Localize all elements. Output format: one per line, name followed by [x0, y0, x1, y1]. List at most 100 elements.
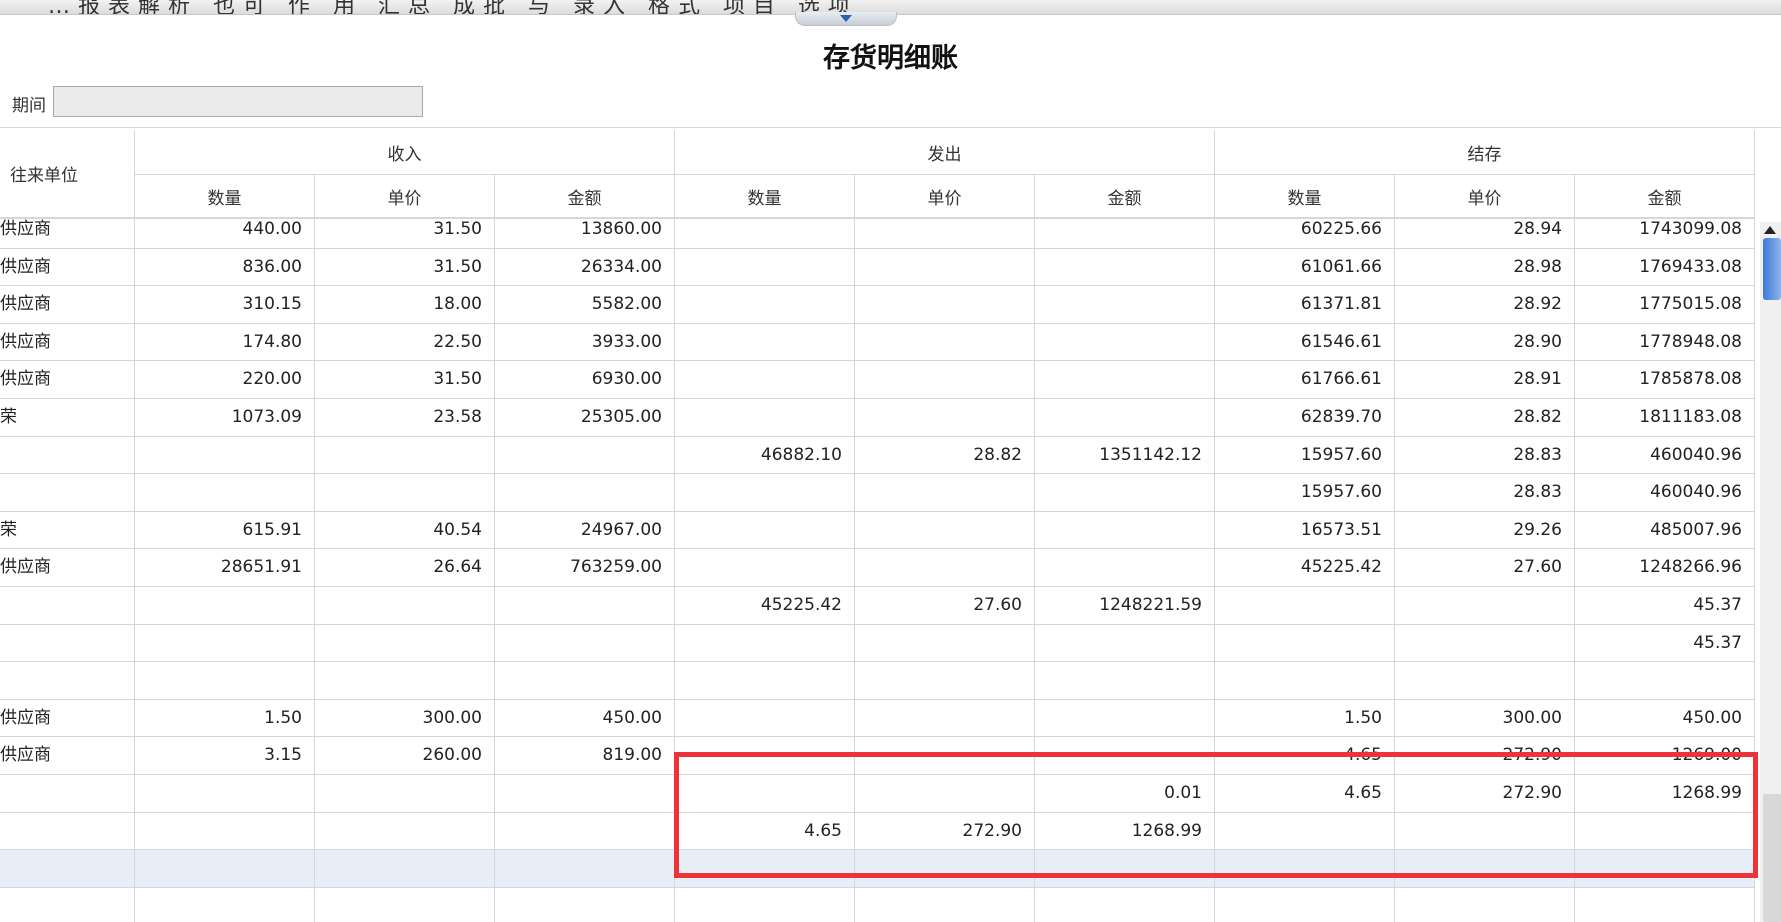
- table-cell[interactable]: 28.91: [1395, 361, 1575, 399]
- table-cell[interactable]: [1395, 812, 1575, 851]
- table-cell[interactable]: [1215, 887, 1395, 922]
- table-cell[interactable]: 15957.60: [1215, 436, 1395, 475]
- table-cell[interactable]: 24967.00: [495, 511, 675, 550]
- table-cell[interactable]: 1743099.08: [1575, 219, 1755, 249]
- table-cell[interactable]: 61546.61: [1215, 323, 1395, 362]
- table-cell[interactable]: 16573.51: [1215, 511, 1395, 550]
- table-cell[interactable]: [675, 361, 855, 399]
- table-cell[interactable]: 460040.96: [1575, 436, 1755, 475]
- table-cell[interactable]: 28.98: [1395, 248, 1575, 287]
- table-cell[interactable]: 174.80: [135, 323, 315, 362]
- table-cell[interactable]: [1035, 737, 1215, 775]
- table-cell[interactable]: [855, 887, 1035, 922]
- cell-partner[interactable]: [0, 436, 135, 475]
- cell-partner[interactable]: [0, 850, 135, 888]
- table-cell[interactable]: [1215, 624, 1395, 663]
- table-cell[interactable]: [135, 850, 315, 888]
- table-cell[interactable]: 28.83: [1395, 474, 1575, 512]
- table-cell[interactable]: [1035, 399, 1215, 437]
- table-cell[interactable]: [315, 775, 495, 813]
- table-cell[interactable]: 31.50: [315, 361, 495, 399]
- table-cell[interactable]: [855, 624, 1035, 663]
- table-cell[interactable]: [1215, 587, 1395, 625]
- table-cell[interactable]: 28.82: [855, 436, 1035, 475]
- table-cell[interactable]: 272.90: [1395, 737, 1575, 775]
- table-row[interactable]: [0, 662, 1755, 700]
- table-cell[interactable]: 1.50: [1215, 699, 1395, 738]
- table-cell[interactable]: [1395, 662, 1575, 700]
- table-cell[interactable]: [675, 775, 855, 813]
- table-cell[interactable]: [1035, 286, 1215, 324]
- table-cell[interactable]: [855, 549, 1035, 587]
- scrollbar-track-segment[interactable]: [1763, 794, 1781, 922]
- table-cell[interactable]: [1035, 624, 1215, 663]
- table-cell[interactable]: 61371.81: [1215, 286, 1395, 324]
- table-cell[interactable]: [855, 399, 1035, 437]
- table-cell[interactable]: [855, 699, 1035, 738]
- table-cell[interactable]: [855, 474, 1035, 512]
- table-cell[interactable]: [855, 775, 1035, 813]
- table-cell[interactable]: 28.94: [1395, 219, 1575, 249]
- table-cell[interactable]: 40.54: [315, 511, 495, 550]
- table-cell[interactable]: [495, 624, 675, 663]
- table-cell[interactable]: 28.82: [1395, 399, 1575, 437]
- table-cell[interactable]: [855, 850, 1035, 888]
- column-header[interactable]: 数量: [135, 175, 315, 218]
- table-cell[interactable]: 46882.10: [675, 436, 855, 475]
- table-cell[interactable]: [495, 662, 675, 700]
- table-cell[interactable]: 1248221.59: [1035, 587, 1215, 625]
- table-cell[interactable]: 220.00: [135, 361, 315, 399]
- table-cell[interactable]: [675, 286, 855, 324]
- table-cell[interactable]: [855, 219, 1035, 249]
- table-cell[interactable]: 28.90: [1395, 323, 1575, 362]
- table-cell[interactable]: [1035, 699, 1215, 738]
- scrollbar-thumb[interactable]: [1763, 238, 1781, 300]
- table-row[interactable]: 46882.10 28.82 1351142.12 15957.60 28.83 4600…: [0, 436, 1755, 475]
- table-row[interactable]: [0, 887, 1755, 922]
- table-cell[interactable]: 23.58: [315, 399, 495, 437]
- table-cell[interactable]: 4.65: [1215, 775, 1395, 813]
- table-cell[interactable]: 1351142.12: [1035, 436, 1215, 475]
- cell-partner[interactable]: 供应商: [0, 219, 135, 249]
- table-cell[interactable]: 28651.91: [135, 549, 315, 587]
- column-header[interactable]: 金额: [1035, 175, 1215, 218]
- table-cell[interactable]: 450.00: [1575, 699, 1755, 738]
- table-cell[interactable]: [135, 624, 315, 663]
- table-cell[interactable]: 300.00: [1395, 699, 1575, 738]
- table-cell[interactable]: 45225.42: [675, 587, 855, 625]
- table-cell[interactable]: 1268.99: [1575, 775, 1755, 813]
- table-row[interactable]: 供应商 310.15 18.00 5582.00 61371.81 28.92 177501…: [0, 286, 1755, 324]
- table-cell[interactable]: 61766.61: [1215, 361, 1395, 399]
- table-cell[interactable]: 6930.00: [495, 361, 675, 399]
- table-cell[interactable]: [675, 511, 855, 550]
- table-cell[interactable]: [1215, 662, 1395, 700]
- table-cell[interactable]: 29.26: [1395, 511, 1575, 550]
- table-cell[interactable]: 763259.00: [495, 549, 675, 587]
- table-cell[interactable]: [855, 361, 1035, 399]
- table-row[interactable]: 供应商 220.00 31.50 6930.00 61766.61 28.91 178587…: [0, 361, 1755, 399]
- table-cell[interactable]: [315, 850, 495, 888]
- table-row[interactable]: 4.65 272.90 1268.99: [0, 812, 1755, 851]
- table-row[interactable]: 供应商 3.15 260.00 819.00 4.65 272.90 1269.00: [0, 737, 1755, 775]
- table-cell[interactable]: 260.00: [315, 737, 495, 775]
- table-cell[interactable]: 4.65: [1215, 737, 1395, 775]
- table-cell[interactable]: [675, 737, 855, 775]
- table-cell[interactable]: [855, 511, 1035, 550]
- table-row[interactable]: 45.37: [0, 624, 1755, 663]
- cell-partner[interactable]: 供应商: [0, 549, 135, 587]
- column-header-partner[interactable]: 往来单位: [0, 130, 135, 218]
- column-header[interactable]: 金额: [1575, 175, 1755, 218]
- table-cell[interactable]: [675, 219, 855, 249]
- table-cell[interactable]: 45.37: [1575, 587, 1755, 625]
- table-cell[interactable]: 22.50: [315, 323, 495, 362]
- table-row[interactable]: 15957.60 28.83 460040.96: [0, 474, 1755, 512]
- table-cell[interactable]: [1395, 850, 1575, 888]
- table-cell[interactable]: [675, 887, 855, 922]
- column-header[interactable]: 单价: [855, 175, 1035, 218]
- table-cell[interactable]: [855, 323, 1035, 362]
- table-cell[interactable]: [1035, 662, 1215, 700]
- table-cell[interactable]: 1.50: [135, 699, 315, 738]
- table-cell[interactable]: 272.90: [855, 812, 1035, 851]
- table-cell[interactable]: [1575, 887, 1755, 922]
- table-cell[interactable]: [675, 850, 855, 888]
